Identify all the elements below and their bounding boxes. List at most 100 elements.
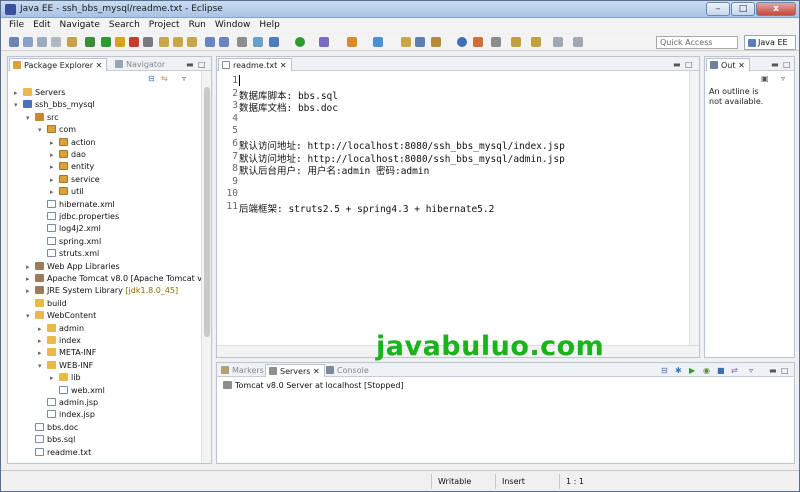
- save-icon[interactable]: [23, 37, 33, 47]
- open-type-icon[interactable]: [67, 37, 77, 47]
- tree-item[interactable]: hibernate.xml: [38, 199, 115, 211]
- link-with-editor-icon[interactable]: ⇆: [161, 74, 168, 83]
- text-editor[interactable]: 1 2 数据库脚本: bbs.sql 3 数据库文档: bbs.doc 4 5 6 默认访问地址…: [217, 71, 699, 345]
- chevron-right-icon[interactable]: ▸: [14, 87, 23, 99]
- chevron-down-icon[interactable]: ▾: [14, 99, 23, 111]
- globe-icon[interactable]: [457, 37, 467, 47]
- tree-item[interactable]: ▸ Servers: [14, 87, 65, 99]
- tree-item[interactable]: bbs.sql: [26, 434, 75, 446]
- editor-line[interactable]: 后端框架: struts2.5 + spring4.3 + hibernate5…: [239, 201, 494, 215]
- tab-markers[interactable]: Markers: [218, 364, 268, 377]
- next-annotation-icon[interactable]: [511, 37, 521, 47]
- servers-view-menu-icon[interactable]: ▿: [749, 366, 753, 375]
- minimize-panel-icon[interactable]: ▬: [769, 366, 777, 375]
- annotation-icon[interactable]: [473, 37, 483, 47]
- tab-readme-txt[interactable]: readme.txt ✕: [218, 58, 292, 71]
- chevron-right-icon[interactable]: ▸: [50, 161, 59, 173]
- minimize-outline-icon[interactable]: ▬: [771, 60, 779, 69]
- save-all-icon[interactable]: [37, 37, 47, 47]
- forward-icon[interactable]: [573, 37, 583, 47]
- editor-line[interactable]: 数据库文档: bbs.doc: [239, 100, 338, 114]
- tab-servers[interactable]: Servers ✕: [265, 364, 325, 377]
- stop-icon[interactable]: [129, 37, 139, 47]
- tree-item[interactable]: ▸ admin: [38, 323, 84, 335]
- step-over-icon[interactable]: [173, 37, 183, 47]
- menu-edit[interactable]: Edit: [29, 19, 55, 33]
- maximize-button[interactable]: □: [731, 2, 755, 16]
- tree-item[interactable]: ▸ util: [50, 186, 84, 198]
- tree-item[interactable]: readme.txt: [26, 447, 91, 459]
- tab-package-explorer[interactable]: Package Explorer ✕: [9, 58, 108, 71]
- chevron-down-icon[interactable]: ▾: [26, 112, 35, 124]
- server-entry[interactable]: Tomcat v8.0 Server at localhost [Stopped…: [223, 380, 404, 392]
- tree-item[interactable]: ▸ Web App Libraries: [26, 261, 120, 273]
- back-icon[interactable]: [553, 37, 563, 47]
- print-icon[interactable]: [51, 37, 61, 47]
- outline-view-menu-icon[interactable]: ▿: [781, 74, 785, 83]
- run-server-icon[interactable]: [101, 37, 111, 47]
- collapse-all-icon[interactable]: ⊟: [148, 74, 155, 83]
- tree-item[interactable]: ▾ ssh_bbs_mysql: [14, 99, 95, 111]
- close-icon[interactable]: ✕: [280, 61, 287, 70]
- stop-server-icon[interactable]: ■: [717, 366, 725, 375]
- quick-access-input[interactable]: Quick Access: [656, 36, 738, 49]
- step-return-icon[interactable]: [187, 37, 197, 47]
- tree-item[interactable]: ▸ lib: [50, 372, 81, 384]
- start-server-icon[interactable]: ▶: [689, 366, 695, 375]
- tree-scrollbar[interactable]: [201, 71, 211, 463]
- open-resource-icon[interactable]: [415, 37, 425, 47]
- tree-item[interactable]: ▸ service: [50, 174, 100, 186]
- chevron-right-icon[interactable]: ▸: [50, 186, 59, 198]
- chevron-down-icon[interactable]: ▾: [38, 124, 47, 136]
- tree-item[interactable]: web.xml: [50, 385, 105, 397]
- debug-server-icon[interactable]: ✱: [675, 366, 682, 375]
- menu-project[interactable]: Project: [145, 19, 185, 33]
- minimize-editor-icon[interactable]: ▬: [673, 60, 681, 69]
- editor-line[interactable]: 默认后台用户: 用户名:admin 密码:admin: [239, 163, 429, 177]
- chevron-right-icon[interactable]: ▸: [26, 273, 35, 285]
- tree-item[interactable]: ▾ src: [26, 112, 59, 124]
- tree-scrollbar-thumb[interactable]: [204, 87, 210, 337]
- chevron-right-icon[interactable]: ▸: [50, 137, 59, 149]
- chevron-right-icon[interactable]: ▸: [50, 372, 59, 384]
- open-folder-icon[interactable]: [401, 37, 411, 47]
- tree-item[interactable]: build: [26, 298, 67, 310]
- perspective-java-ee[interactable]: Java EE: [744, 35, 796, 50]
- chevron-right-icon[interactable]: ▸: [26, 261, 35, 273]
- new-package-icon[interactable]: [373, 37, 383, 47]
- chevron-right-icon[interactable]: ▸: [38, 335, 47, 347]
- tab-navigator[interactable]: Navigator: [112, 58, 169, 71]
- tree-item[interactable]: log4j2.xml: [38, 223, 101, 235]
- run-icon[interactable]: [295, 37, 305, 47]
- minimize-view-icon[interactable]: ▬: [186, 60, 194, 69]
- chevron-down-icon[interactable]: ▾: [38, 360, 47, 372]
- view-menu-icon[interactable]: ▿: [182, 74, 186, 83]
- close-icon[interactable]: ✕: [738, 61, 745, 70]
- suspend-icon[interactable]: [115, 37, 125, 47]
- chevron-right-icon[interactable]: ▸: [50, 174, 59, 186]
- new-java-class-icon[interactable]: [347, 37, 357, 47]
- external-tools-icon[interactable]: [319, 37, 329, 47]
- debug-icon[interactable]: [85, 37, 95, 47]
- minimize-button[interactable]: –: [706, 2, 730, 16]
- chevron-right-icon[interactable]: ▸: [38, 347, 47, 359]
- chevron-right-icon[interactable]: ▸: [26, 285, 35, 297]
- tree-item[interactable]: ▸ META-INF: [38, 347, 96, 359]
- chevron-right-icon[interactable]: ▸: [38, 323, 47, 335]
- tree-item[interactable]: ▾ com: [38, 124, 76, 136]
- disconnect-icon[interactable]: [143, 37, 153, 47]
- tree-item[interactable]: ▸ action: [50, 137, 96, 149]
- tree-item[interactable]: index.jsp: [38, 409, 95, 421]
- publish-icon[interactable]: [219, 37, 229, 47]
- publish-server-icon[interactable]: ⇄: [731, 366, 738, 375]
- maximize-view-icon[interactable]: □: [198, 60, 206, 69]
- collapse-all-icon[interactable]: ⊟: [661, 366, 668, 375]
- coverage-icon[interactable]: [253, 37, 263, 47]
- tab-outline[interactable]: Out ✕: [706, 58, 750, 71]
- search-icon[interactable]: [431, 37, 441, 47]
- tree-item[interactable]: struts.xml: [38, 248, 99, 260]
- debug-dropdown-icon[interactable]: [269, 37, 279, 47]
- toggle-icon[interactable]: [237, 37, 247, 47]
- menu-file[interactable]: File: [5, 19, 29, 33]
- tree-item[interactable]: ▸ JRE System Library [jdk1.8.0_45]: [26, 285, 178, 297]
